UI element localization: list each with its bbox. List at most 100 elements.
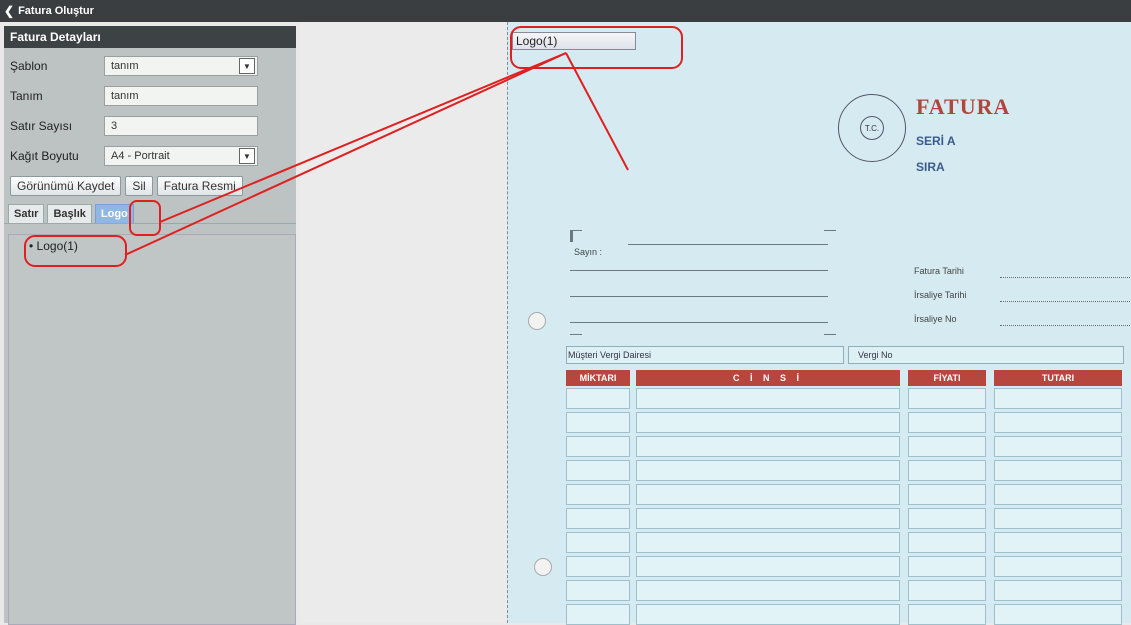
chevron-down-icon[interactable]: ▼: [239, 58, 255, 74]
save-view-button[interactable]: Görünümü Kaydet: [10, 176, 122, 196]
vergi-no-label: Vergi No: [858, 350, 893, 360]
grid-cell: [636, 532, 900, 553]
column-header-tutari: TUTARI: [994, 370, 1122, 386]
irsaliye-tarihi-label: İrsaliye Tarihi: [914, 290, 967, 300]
logo-list: • Logo(1): [8, 234, 296, 625]
satir-sayisi-label: Satır Sayısı: [10, 119, 73, 133]
tanim-input[interactable]: tanım: [104, 86, 258, 106]
grid-cell: [566, 412, 630, 433]
grid-cell: [994, 532, 1122, 553]
vergi-dairesi-label: Müşteri Vergi Dairesi: [568, 350, 652, 360]
column-header-miktari: MİKTARI: [566, 370, 630, 386]
grid-cell: [994, 580, 1122, 601]
tab-satir[interactable]: Satır: [8, 204, 45, 224]
tab-logo[interactable]: Logo: [94, 204, 134, 224]
grid-cell: [566, 460, 630, 481]
customer-line: [570, 296, 828, 297]
seal-icon: T.C.: [838, 94, 906, 162]
grid-cell: [636, 460, 900, 481]
grid-cell: [994, 388, 1122, 409]
grid-cell: [908, 436, 986, 457]
invoice-canvas: Logo(1) T.C. FATURA SERİ A SIRA Sayın : …: [507, 22, 1131, 625]
sablon-row: Şablon tanım ▼: [10, 56, 258, 76]
list-item-label: Logo(1): [36, 239, 78, 253]
chevron-left-icon[interactable]: ❮: [4, 4, 14, 18]
grid-cell: [566, 388, 630, 409]
sablon-value: tanım: [111, 60, 139, 72]
punch-hole: [528, 312, 546, 330]
tab-divider: [4, 223, 296, 224]
list-item[interactable]: • Logo(1): [29, 239, 78, 253]
kagit-boyutu-value: A4 - Portrait: [111, 150, 170, 162]
grid-cell: [994, 436, 1122, 457]
dotted-line: [1000, 324, 1130, 326]
kagit-boyutu-row: Kağıt Boyutu A4 - Portrait ▼: [10, 146, 258, 166]
grid-cell: [908, 580, 986, 601]
column-header-fiyati: FİYATI: [908, 370, 986, 386]
grid-cell: [566, 556, 630, 577]
invoice-image-button[interactable]: Fatura Resmi: [156, 176, 243, 196]
grid-cell: [636, 556, 900, 577]
grid-cell: [566, 532, 630, 553]
grid-cell: [908, 484, 986, 505]
grid-cell: [636, 436, 900, 457]
sablon-select[interactable]: tanım ▼: [104, 56, 258, 76]
grid-cell: [636, 388, 900, 409]
tanim-row: Tanım tanım: [10, 86, 258, 106]
grid-cell: [636, 412, 900, 433]
column-header-cinsi: C İ N S İ: [636, 370, 900, 386]
bracket: [570, 230, 573, 242]
left-panel: Fatura Detayları Şablon tanım ▼ Tanım ta…: [4, 26, 296, 625]
grid-cell: [566, 436, 630, 457]
grid-cell: [994, 412, 1122, 433]
grid-cell: [636, 580, 900, 601]
customer-line: [628, 244, 828, 245]
grid-cell: [908, 532, 986, 553]
canvas-margin: [300, 22, 507, 623]
grid-cell: [566, 508, 630, 529]
grid-cell: [908, 556, 986, 577]
kagit-boyutu-label: Kağıt Boyutu: [10, 149, 79, 163]
grid-cell: [994, 508, 1122, 529]
dotted-line: [1000, 276, 1130, 278]
grid-cell: [636, 604, 900, 625]
seal-center: T.C.: [860, 116, 884, 140]
window-title: Fatura Oluştur: [18, 5, 94, 17]
invoice-seri: SERİ A: [916, 134, 956, 148]
customer-line: [570, 322, 828, 323]
bracket: [824, 230, 836, 231]
invoice-title: FATURA: [916, 94, 1011, 119]
grid-cell: [566, 484, 630, 505]
action-buttons: Görünümü Kaydet Sil Fatura Resmi: [10, 176, 243, 196]
kagit-boyutu-select[interactable]: A4 - Portrait ▼: [104, 146, 258, 166]
customer-line: [570, 270, 828, 271]
tab-baslik[interactable]: Başlık: [47, 204, 92, 224]
grid-cell: [908, 388, 986, 409]
bracket: [824, 334, 836, 335]
chevron-down-icon[interactable]: ▼: [239, 148, 255, 164]
grid-cell: [636, 484, 900, 505]
irsaliye-no-label: İrsaliye No: [914, 314, 957, 324]
grid-cell: [908, 508, 986, 529]
grid-cell: [994, 484, 1122, 505]
satir-sayisi-input[interactable]: 3: [104, 116, 258, 136]
grid-cell: [566, 580, 630, 601]
window-titlebar: ❮ Fatura Oluştur: [0, 0, 1131, 22]
invoice-sira: SIRA: [916, 160, 945, 174]
fatura-tarihi-label: Fatura Tarihi: [914, 266, 964, 276]
grid-cell: [566, 604, 630, 625]
grid-cell: [908, 604, 986, 625]
grid-cell: [636, 508, 900, 529]
grid-cell: [994, 460, 1122, 481]
dotted-line: [1000, 300, 1130, 302]
tab-bar: Satır Başlık Logo: [8, 204, 134, 224]
logo-element[interactable]: Logo(1): [512, 32, 636, 50]
bracket: [570, 230, 582, 231]
sablon-label: Şablon: [10, 59, 48, 73]
tanim-label: Tanım: [10, 89, 43, 103]
bracket: [570, 334, 582, 335]
delete-button[interactable]: Sil: [125, 176, 153, 196]
grid-cell: [908, 412, 986, 433]
grid-cell: [994, 604, 1122, 625]
satir-sayisi-row: Satır Sayısı 3: [10, 116, 258, 136]
